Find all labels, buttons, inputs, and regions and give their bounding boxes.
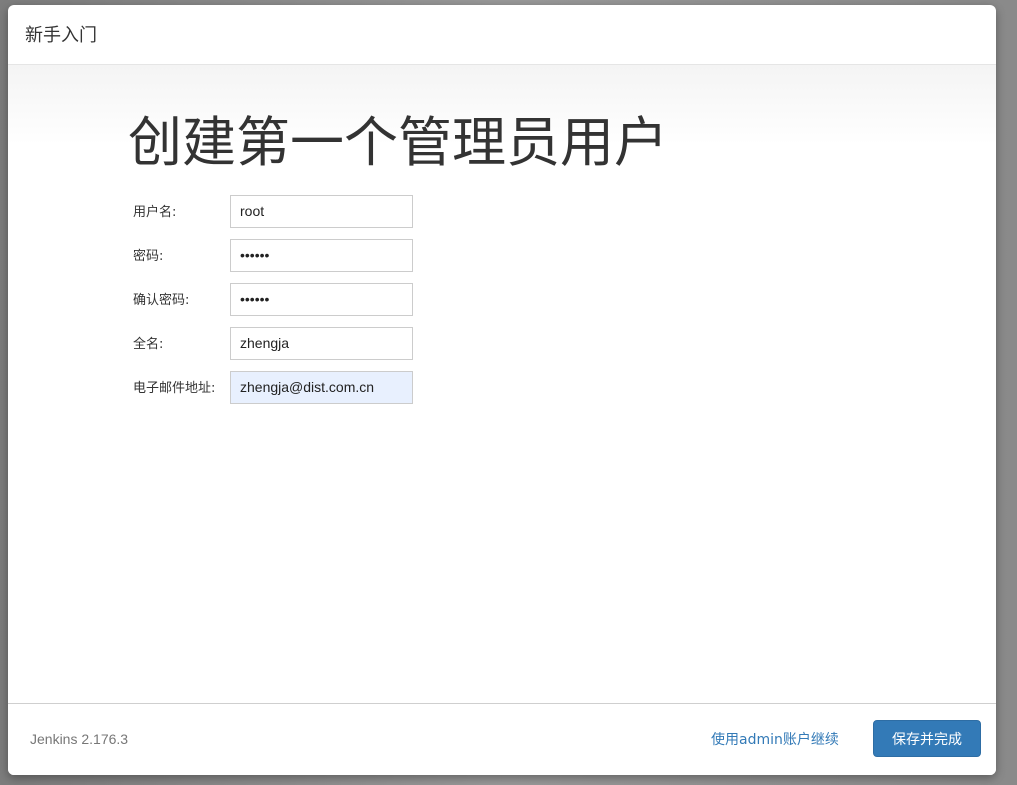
- page-title: 创建第一个管理员用户: [128, 111, 668, 174]
- username-value: root: [240, 203, 265, 219]
- email-value: zhengja@dist.com.cn: [240, 379, 375, 395]
- username-row: 用户名: root: [133, 195, 433, 228]
- confirm-password-row: 确认密码: ••••••: [133, 283, 433, 316]
- confirm-password-input[interactable]: ••••••: [230, 283, 413, 316]
- email-input[interactable]: zhengja@dist.com.cn: [230, 371, 413, 404]
- dialog-body: 创建第一个管理员用户 用户名: root 密码: •••••• 确认密码: ••…: [8, 65, 996, 703]
- save-and-finish-button[interactable]: 保存并完成: [873, 720, 981, 757]
- fullname-label: 全名:: [133, 337, 164, 352]
- fullname-value: zhengja: [240, 335, 290, 351]
- fullname-input[interactable]: zhengja: [230, 327, 413, 360]
- username-input[interactable]: root: [230, 195, 413, 228]
- setup-wizard-dialog: 新手入门 创建第一个管理员用户 用户名: root 密码: •••••• 确认密…: [8, 5, 996, 775]
- password-label: 密码:: [133, 249, 164, 264]
- email-row: 电子邮件地址: zhengja@dist.com.cn: [133, 371, 433, 404]
- email-label: 电子邮件地址:: [133, 381, 216, 396]
- username-label: 用户名:: [133, 205, 177, 220]
- password-row: 密码: ••••••: [133, 239, 433, 272]
- version-label: Jenkins 2.176.3: [30, 731, 129, 747]
- password-input[interactable]: ••••••: [230, 239, 413, 272]
- confirm-password-label: 确认密码:: [133, 293, 190, 308]
- confirm-password-value: ••••••: [240, 291, 270, 307]
- dialog-header: 新手入门: [8, 5, 996, 65]
- fullname-row: 全名: zhengja: [133, 327, 433, 360]
- continue-as-admin-link[interactable]: 使用admin账户继续: [711, 729, 839, 749]
- dialog-footer: Jenkins 2.176.3 使用admin账户继续 保存并完成: [8, 703, 996, 775]
- password-value: ••••••: [240, 247, 270, 263]
- dialog-title: 新手入门: [25, 25, 97, 46]
